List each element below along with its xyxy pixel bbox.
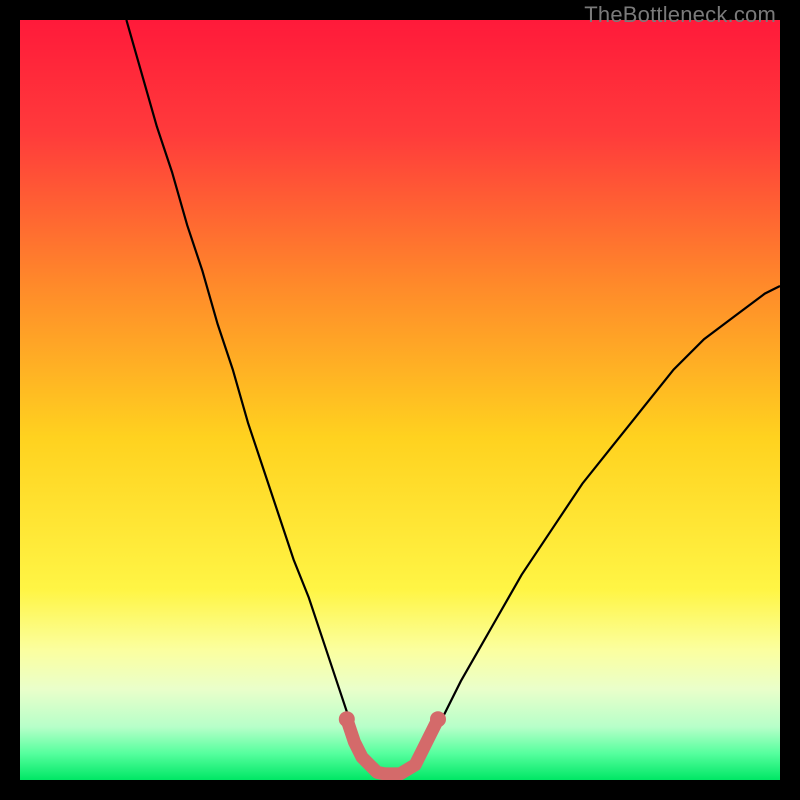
chart-frame <box>20 20 780 780</box>
highlight-endpoint <box>339 711 355 727</box>
watermark-text: TheBottleneck.com <box>584 2 776 28</box>
highlight-endpoint <box>430 711 446 727</box>
bottleneck-chart <box>20 20 780 780</box>
gradient-background <box>20 20 780 780</box>
